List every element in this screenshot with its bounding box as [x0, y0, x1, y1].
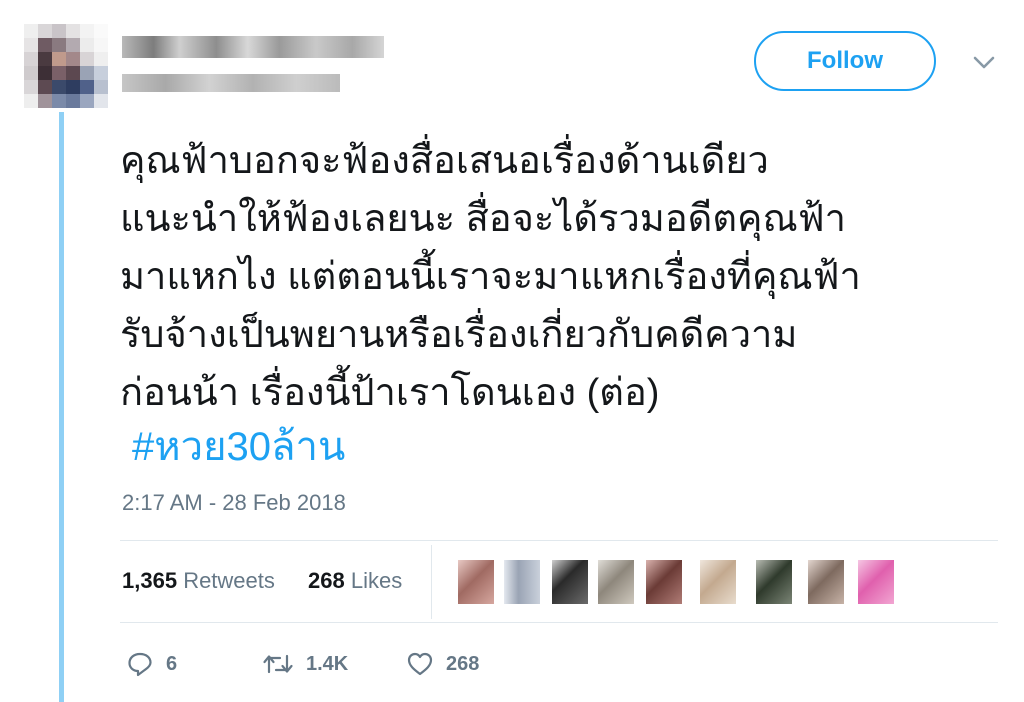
retweets-label: Retweets: [183, 568, 275, 593]
divider: [431, 545, 432, 619]
thread-line: [59, 112, 64, 702]
liker-avatar[interactable]: [700, 560, 736, 604]
reply-action[interactable]: 6: [126, 648, 177, 680]
retweet-icon: [263, 654, 293, 674]
divider: [120, 622, 998, 623]
liker-avatar[interactable]: [504, 560, 540, 604]
tweet-text: คุณฟ้าบอกจะฟ้องสื่อเสนอเรื่องด้านเดียว แ…: [120, 132, 1000, 422]
likes-label: Likes: [350, 568, 403, 593]
tweet-line: คุณฟ้าบอกจะฟ้องสื่อเสนอเรื่องด้านเดียว: [120, 140, 769, 182]
retweets-count: 1,365: [122, 568, 178, 593]
liker-avatar[interactable]: [858, 560, 894, 604]
tweet-line: แนะนำให้ฟ้องเลยนะ สื่อจะได้รวมอดีตคุณฟ้า: [120, 198, 846, 240]
tweet-line: รับจ้างเป็นพยานหรือเรื่องเกี่ยวกับคดีควา…: [120, 314, 798, 356]
divider: [120, 540, 998, 541]
liker-avatar[interactable]: [598, 560, 634, 604]
liker-avatar[interactable]: [458, 560, 494, 604]
liker-avatar[interactable]: [646, 560, 682, 604]
reply-icon: [128, 652, 152, 677]
tweet-line: มาแหกไง แต่ตอนนี้เราจะมาแหกเรื่องที่คุณฟ…: [120, 256, 861, 298]
follow-button[interactable]: Follow: [754, 31, 936, 91]
likes-count: 268: [308, 568, 345, 593]
likes-stat[interactable]: 268 Likes: [308, 568, 402, 594]
user-info[interactable]: [122, 30, 392, 100]
reply-count: 6: [166, 652, 178, 675]
like-action[interactable]: 268: [406, 648, 479, 680]
hashtag-link[interactable]: #หวย30ล้าน: [132, 414, 345, 478]
handle-blurred: [122, 74, 340, 92]
retweets-stat[interactable]: 1,365 Retweets: [122, 568, 275, 594]
avatar[interactable]: [24, 24, 108, 108]
timestamp[interactable]: 2:17 AM - 28 Feb 2018: [122, 490, 346, 516]
like-count: 268: [446, 652, 480, 675]
liker-avatar[interactable]: [756, 560, 792, 604]
liker-avatar[interactable]: [808, 560, 844, 604]
liker-avatar[interactable]: [552, 560, 588, 604]
display-name-blurred[interactable]: [122, 36, 384, 58]
chevron-down-icon[interactable]: [970, 50, 998, 74]
retweet-action[interactable]: 1.4K: [262, 648, 348, 680]
heart-icon: [407, 652, 433, 676]
retweet-count: 1.4K: [306, 652, 349, 675]
